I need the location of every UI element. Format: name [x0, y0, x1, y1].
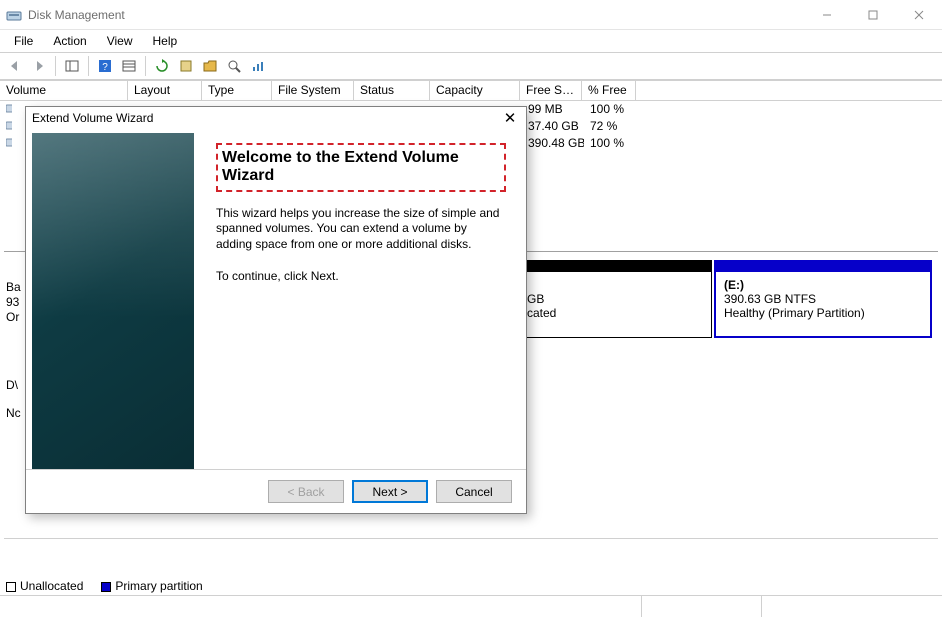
menu-file[interactable]: File: [6, 32, 41, 50]
legend-swatch-primary: [101, 582, 111, 592]
partition-e-name: (E:): [724, 278, 922, 292]
menu-action[interactable]: Action: [45, 32, 94, 50]
col-filesystem[interactable]: File System: [272, 81, 354, 101]
open-icon[interactable]: [199, 55, 221, 77]
legend: Unallocated Primary partition: [6, 579, 203, 593]
list-icon[interactable]: [118, 55, 140, 77]
toolbar: ?: [0, 52, 942, 80]
col-layout[interactable]: Layout: [128, 81, 202, 101]
disk-status: Or: [6, 310, 26, 325]
legend-swatch-unallocated: [6, 582, 16, 592]
status-bar: [0, 595, 942, 617]
chart-icon[interactable]: [247, 55, 269, 77]
cell-free: 99 MB: [522, 101, 584, 118]
wizard-heading: Welcome to the Extend Volume Wizard: [216, 143, 506, 192]
app-icon: [6, 7, 22, 23]
disk-size: 93: [6, 295, 26, 310]
help-icon[interactable]: ?: [94, 55, 116, 77]
partition-size-suffix: GB: [527, 292, 711, 306]
partition-e[interactable]: (E:) 390.63 GB NTFS Healthy (Primary Par…: [714, 272, 932, 338]
search-icon[interactable]: [223, 55, 245, 77]
dvd-status: Nc: [6, 406, 26, 420]
partition-header-blue: [714, 260, 932, 272]
minimize-button[interactable]: [804, 0, 850, 30]
panel-icon[interactable]: [61, 55, 83, 77]
cell-pct: 100 %: [584, 101, 638, 118]
window-title: Disk Management: [28, 8, 804, 22]
cell-pct: 100 %: [584, 135, 638, 152]
forward-icon[interactable]: [28, 55, 50, 77]
partition-e-size: 390.63 GB NTFS: [724, 292, 922, 306]
wizard-banner: [32, 133, 194, 469]
wizard-continue-hint: To continue, click Next.: [216, 269, 506, 285]
wizard-title-text: Extend Volume Wizard: [32, 111, 500, 125]
menu-view[interactable]: View: [99, 32, 141, 50]
col-freespace[interactable]: Free Spa...: [520, 81, 582, 101]
partition-e-status: Healthy (Primary Partition): [724, 306, 922, 320]
menubar: File Action View Help: [0, 30, 942, 52]
partition-header-dark: [524, 260, 712, 272]
close-icon[interactable]: ✕: [500, 108, 520, 128]
grid-header: Volume Layout Type File System Status Ca…: [0, 81, 942, 101]
menu-help[interactable]: Help: [145, 32, 186, 50]
next-button[interactable]: Next >: [352, 480, 428, 503]
col-pctfree[interactable]: % Free: [582, 81, 636, 101]
titlebar: Disk Management: [0, 0, 942, 30]
col-type[interactable]: Type: [202, 81, 272, 101]
extend-volume-wizard: Extend Volume Wizard ✕ Welcome to the Ex…: [25, 106, 527, 514]
col-capacity[interactable]: Capacity: [430, 81, 520, 101]
back-button: < Back: [268, 480, 344, 503]
legend-primary: Primary partition: [115, 579, 202, 593]
cell-free: 390.48 GB: [522, 135, 584, 152]
partition-status-suffix: cated: [527, 306, 711, 320]
legend-unallocated: Unallocated: [20, 579, 83, 593]
properties-icon[interactable]: [175, 55, 197, 77]
cell-free: 37.40 GB: [522, 118, 584, 135]
col-volume[interactable]: Volume: [0, 81, 128, 101]
wizard-description: This wizard helps you increase the size …: [216, 206, 506, 253]
col-spacer: [636, 81, 942, 101]
refresh-icon[interactable]: [151, 55, 173, 77]
cell-pct: 72 %: [584, 118, 638, 135]
partition-unallocated[interactable]: GB cated: [524, 272, 712, 338]
wizard-titlebar[interactable]: Extend Volume Wizard ✕: [26, 107, 526, 129]
disk-name: Ba: [6, 280, 26, 295]
maximize-button[interactable]: [850, 0, 896, 30]
back-icon[interactable]: [4, 55, 26, 77]
col-status[interactable]: Status: [354, 81, 430, 101]
dvd-name: D\: [6, 378, 26, 392]
close-button[interactable]: [896, 0, 942, 30]
svg-text:?: ?: [102, 62, 108, 73]
cancel-button[interactable]: Cancel: [436, 480, 512, 503]
